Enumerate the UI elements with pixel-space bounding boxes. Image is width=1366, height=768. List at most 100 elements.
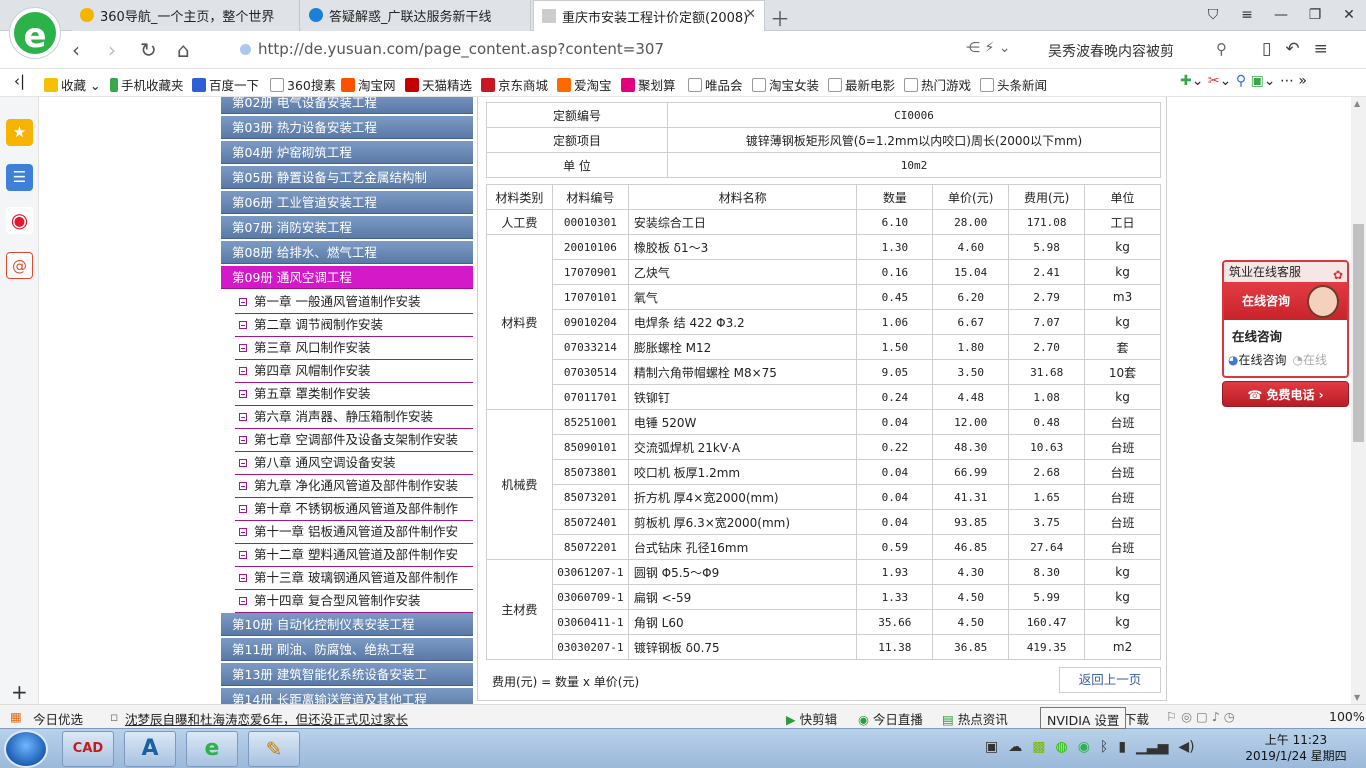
bookmark-aitaobao[interactable]: 爱淘宝 bbox=[557, 75, 612, 94]
chapter-item[interactable]: 第五章 罩类制作安装 bbox=[235, 383, 473, 406]
free-phone-button[interactable]: ☎ 免费电话 › bbox=[1222, 381, 1349, 407]
bookmark-baidu[interactable]: 百度一下 bbox=[192, 75, 259, 94]
start-button[interactable] bbox=[4, 730, 48, 768]
chapter-item[interactable]: 第四章 风帽制作安装 bbox=[235, 360, 473, 383]
volume-item[interactable]: 第07册 消防安装工程 bbox=[221, 216, 473, 239]
bookmark-movies[interactable]: 最新电影 bbox=[828, 75, 895, 94]
minimize-button[interactable]: — bbox=[1264, 0, 1298, 30]
360-tray-icon[interactable]: ◉ bbox=[1078, 739, 1090, 755]
tab-quota[interactable]: 重庆市安装工程计价定额(2008) ✕ bbox=[533, 0, 765, 31]
phone-icon[interactable]: ▯ bbox=[1262, 39, 1271, 59]
bookmark-vip[interactable]: 唯品会 bbox=[688, 75, 743, 94]
scroll-up-icon[interactable]: ▲ bbox=[1354, 99, 1360, 108]
taskbar-app-a[interactable]: A bbox=[124, 731, 176, 767]
more-icon[interactable]: ≡ bbox=[1314, 39, 1328, 59]
volume-item[interactable]: 第04册 炉窑砌筑工程 bbox=[221, 141, 473, 164]
news-link[interactable]: 沈梦辰自曝和杜海涛恋爱6年，但还没正式见过家长 bbox=[125, 709, 408, 728]
browser-logo[interactable]: e bbox=[10, 8, 60, 58]
close-window-button[interactable]: ✕ bbox=[1332, 0, 1366, 30]
system-clock[interactable]: 上午 11:23 2019/1/24 星期四 bbox=[1240, 732, 1352, 764]
forward-icon[interactable]: › bbox=[108, 38, 116, 62]
download-item[interactable]: 下载 bbox=[1124, 709, 1149, 728]
bookmark-juhuasuan[interactable]: 聚划算 bbox=[621, 75, 676, 94]
bookmark-tmall[interactable]: 天猫精选 bbox=[405, 75, 472, 94]
reload-icon[interactable]: ↻ bbox=[140, 38, 157, 62]
scrollbar-thumb[interactable] bbox=[1353, 224, 1364, 442]
bookmark-taobao[interactable]: 淘宝网 bbox=[341, 75, 396, 94]
chapter-item[interactable]: 第十二章 塑料通风管道及部件制作安 bbox=[235, 544, 473, 567]
bookmark-games[interactable]: 热门游戏 bbox=[904, 75, 971, 94]
signal-icon[interactable]: ▁▃▅ bbox=[1136, 739, 1168, 755]
taskbar-notes[interactable]: ✎ bbox=[248, 731, 300, 767]
bookmark-favorites[interactable]: 收藏 ⌄ bbox=[44, 75, 100, 94]
close-tab-icon[interactable]: ✕ bbox=[745, 7, 756, 22]
wechat-icon[interactable]: ◍ bbox=[1055, 739, 1067, 755]
chapter-item[interactable]: 第六章 消声器、静压箱制作安装 bbox=[235, 406, 473, 429]
tab-360-nav[interactable]: 360导航_一个主页，整个世界 bbox=[72, 0, 300, 31]
bookmark-news[interactable]: 头条新闻 bbox=[980, 75, 1047, 94]
bookmark-360search[interactable]: 360搜素 bbox=[270, 75, 336, 94]
volume-item[interactable]: 第13册 建筑智能化系统设备安装工 bbox=[221, 663, 473, 686]
status-tool-icons[interactable]: ⚐ ◎ ▢ ♪ ◷ bbox=[1166, 709, 1235, 724]
add-dock-item-icon[interactable]: + bbox=[11, 680, 28, 704]
user-icon[interactable]: ▣ bbox=[985, 739, 998, 755]
chapter-item[interactable]: 第三章 风口制作安装 bbox=[235, 337, 473, 360]
back-icon[interactable]: ‹ bbox=[72, 38, 80, 62]
chapter-item[interactable]: 第十章 不锈钢板通风管道及部件制作 bbox=[235, 498, 473, 521]
new-tab-button[interactable]: ＋ bbox=[770, 3, 790, 32]
taskbar-cad[interactable]: CAD bbox=[62, 731, 114, 767]
reader-icon[interactable]: ☰ bbox=[6, 164, 33, 191]
tab-glodon[interactable]: 答疑解惑_广联达服务新干线 bbox=[301, 0, 531, 31]
email-icon[interactable]: @ bbox=[6, 252, 33, 279]
restore-button[interactable]: ❐ bbox=[1298, 0, 1332, 30]
favorites-star-icon[interactable]: ★ bbox=[6, 119, 33, 146]
taskbar-browser[interactable]: e bbox=[186, 731, 238, 767]
chapter-item[interactable]: 第七章 空调部件及设备支架制作安装 bbox=[235, 429, 473, 452]
daily-picks-label[interactable]: 今日优选 bbox=[33, 709, 83, 728]
volume-item[interactable]: 第06册 工业管道安装工程 bbox=[221, 191, 473, 214]
battery-icon[interactable]: ▮ bbox=[1118, 739, 1126, 755]
cloud-icon[interactable]: ☁ bbox=[1008, 739, 1022, 755]
active-volume-item[interactable]: 第09册 通风空调工程 bbox=[221, 266, 473, 289]
chapter-item[interactable]: 第一章 一般通风管道制作安装 bbox=[235, 291, 473, 314]
chapter-item[interactable]: 第八章 通风空调设备安装 bbox=[235, 452, 473, 475]
bookmark-mobile[interactable]: 手机收藏夹 bbox=[110, 75, 184, 94]
shirt-icon[interactable]: ⛉ bbox=[1196, 0, 1230, 30]
chapter-item[interactable]: 第十一章 铝板通风管道及部件制作安 bbox=[235, 521, 473, 544]
volume-item[interactable]: 第08册 给排水、燃气工程 bbox=[221, 241, 473, 264]
address-bar-icons[interactable]: ⋲ ⚡ ⌄ bbox=[966, 40, 1010, 56]
search-icon[interactable]: ⚲ bbox=[1216, 40, 1227, 58]
volume-item[interactable]: 第05册 静置设备与工艺金属结构制 bbox=[221, 166, 473, 189]
chapter-item[interactable]: 第九章 净化通风管道及部件制作安装 bbox=[235, 475, 473, 498]
live-item[interactable]: ◉ 今日直播 bbox=[858, 709, 923, 728]
weibo-icon[interactable]: ◉ bbox=[6, 207, 33, 234]
sidebar-toggle-icon[interactable]: ‹| bbox=[14, 72, 25, 90]
nvidia-icon[interactable]: ▩ bbox=[1032, 739, 1045, 755]
cs-banner[interactable]: 在线咨询 bbox=[1224, 282, 1347, 320]
bluetooth-icon[interactable]: ᛒ bbox=[1100, 739, 1108, 755]
home-icon[interactable]: ⌂ bbox=[177, 38, 190, 62]
volume-item[interactable]: 第11册 刷油、防腐蚀、绝热工程 bbox=[221, 638, 473, 661]
online-consult-link[interactable]: 在线咨询 bbox=[1238, 353, 1286, 367]
volume-item[interactable]: 第10册 自动化控制仪表安装工程 bbox=[221, 613, 473, 636]
menu-icon[interactable]: ≡ bbox=[1230, 0, 1264, 30]
volume-item[interactable]: 第02册 电气设备安装工程 bbox=[221, 97, 473, 114]
bookmark-taobao-women[interactable]: 淘宝女装 bbox=[752, 75, 819, 94]
chapter-item[interactable]: 第十四章 复合型风管制作安装 bbox=[235, 590, 473, 613]
scroll-down-icon[interactable]: ▼ bbox=[1354, 693, 1360, 702]
undo-icon[interactable]: ↶ bbox=[1285, 39, 1299, 59]
bookmark-jd[interactable]: 京东商城 bbox=[481, 75, 548, 94]
chapter-item[interactable]: 第二章 调节阀制作安装 bbox=[235, 314, 473, 337]
search-input[interactable]: 吴秀波春晚内容被剪 bbox=[1042, 36, 1242, 64]
page-scrollbar[interactable]: ▲ ▼ bbox=[1351, 97, 1366, 704]
extension-icons[interactable]: ✚⌄ ✂⌄ ⚲ ▣⌄ ⋯ » bbox=[1180, 73, 1307, 89]
address-bar[interactable]: http://de.yusuan.com/page_content.asp?co… bbox=[236, 36, 1026, 64]
volume-item[interactable]: 第14册 长距离输送管道及其他工程 bbox=[221, 688, 473, 704]
volume-item[interactable]: 第03册 热力设备安装工程 bbox=[221, 116, 473, 139]
zoom-level[interactable]: 100% bbox=[1329, 709, 1365, 724]
chapter-item[interactable]: 第十三章 玻璃钢通风管道及部件制作 bbox=[235, 567, 473, 590]
volume-icon[interactable]: ◀) bbox=[1178, 739, 1194, 755]
quick-edit-item[interactable]: ▶ 快剪辑 bbox=[786, 709, 837, 728]
hot-news-item[interactable]: ▤ 热点资讯 bbox=[942, 709, 1008, 728]
back-button[interactable]: 返回上一页 bbox=[1059, 667, 1161, 693]
